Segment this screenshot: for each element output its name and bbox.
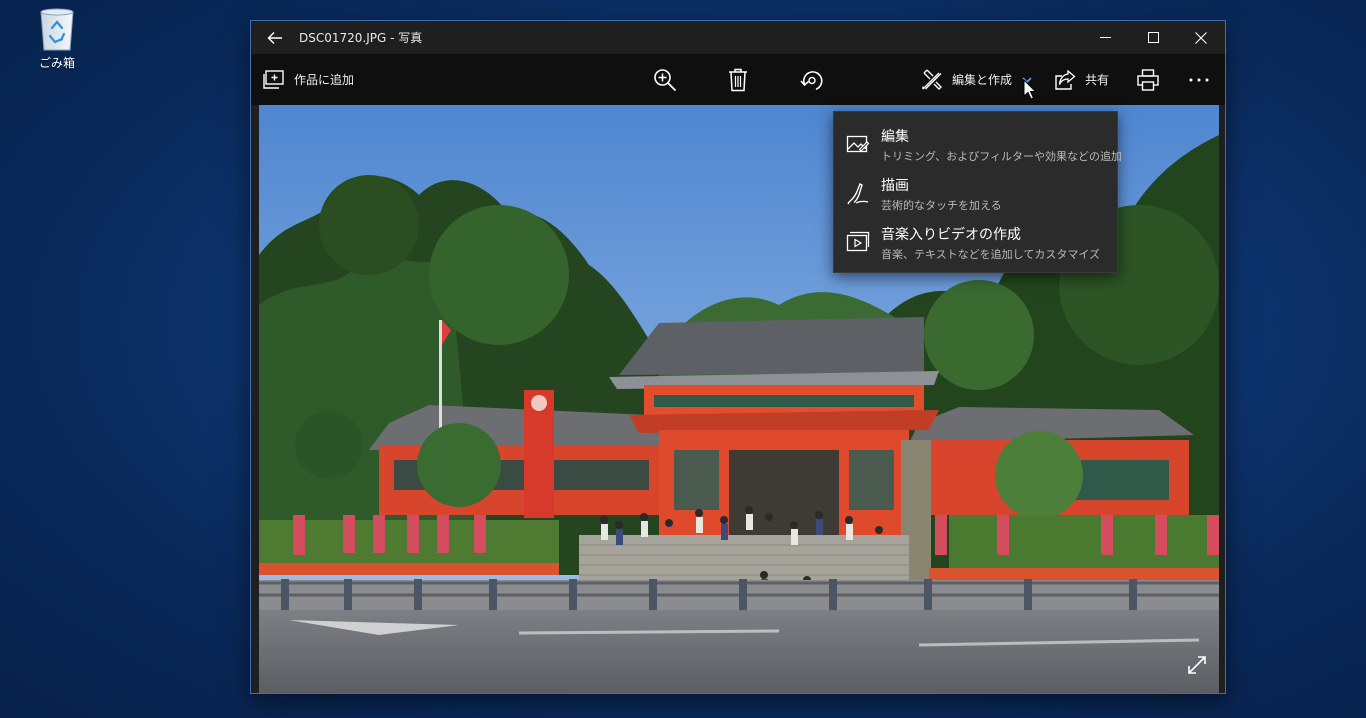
menu-item-edit[interactable]: 編集 トリミング、およびフィルターや効果などの追加 (834, 122, 1122, 170)
menu-item-draw[interactable]: 描画 芸術的なタッチを加える (834, 171, 1117, 219)
share-icon (1055, 69, 1076, 90)
photos-window: DSC01720.JPG - 写真 作品に追加 編集と作成 共有 編集 トリミン… (250, 20, 1226, 694)
fullscreen-icon (1188, 656, 1206, 674)
minimize-icon (1099, 37, 1111, 38)
photo-edit-icon (846, 135, 870, 153)
fullscreen-button[interactable] (1187, 655, 1207, 679)
print-icon (1137, 68, 1159, 91)
more-button[interactable] (1189, 54, 1209, 105)
recycle-bin-label: ごみ箱 (38, 56, 75, 70)
maximize-button[interactable] (1129, 21, 1177, 54)
rotate-icon (800, 70, 823, 90)
video-icon (846, 231, 870, 252)
edit-create-menu: 編集 トリミング、およびフィルターや効果などの追加 描画 芸術的なタッチを加える… (833, 111, 1122, 273)
add-to-album-button[interactable]: 作品に追加 (263, 54, 354, 105)
delete-button[interactable] (728, 54, 748, 105)
share-button[interactable]: 共有 (1054, 54, 1109, 105)
edit-create-icon (922, 69, 942, 90)
recycle-bin[interactable]: ごみ箱 (22, 6, 92, 71)
close-button[interactable] (1177, 21, 1225, 54)
menu-item-video[interactable]: 音楽入りビデオの作成 音楽、テキストなどを追加してカスタマイズ (834, 220, 1117, 268)
add-to-album-label: 作品に追加 (294, 73, 355, 87)
window-title: DSC01720.JPG - 写真 (299, 31, 423, 45)
close-icon (1195, 31, 1207, 44)
menu-item-desc: トリミング、およびフィルターや効果などの追加 (881, 150, 1123, 163)
recycle-bin-icon (40, 8, 74, 51)
zoom-in-button[interactable] (653, 54, 677, 105)
mouse-cursor-icon (1023, 79, 1037, 100)
minimize-button[interactable] (1081, 21, 1129, 54)
menu-item-title: 編集 (881, 129, 909, 145)
menu-item-title: 描画 (881, 178, 909, 194)
maximize-icon (1147, 32, 1159, 43)
title-bar: DSC01720.JPG - 写真 (251, 21, 1225, 54)
edit-create-button[interactable]: 編集と作成 (921, 54, 1032, 105)
zoom-in-icon (654, 68, 677, 91)
rotate-button[interactable] (800, 54, 824, 105)
trash-icon (729, 68, 747, 91)
back-arrow-icon (267, 31, 282, 44)
menu-item-desc: 音楽、テキストなどを追加してカスタマイズ (881, 248, 1101, 261)
print-button[interactable] (1137, 54, 1159, 105)
add-to-album-icon (263, 69, 284, 89)
menu-item-desc: 芸術的なタッチを加える (881, 199, 1002, 212)
share-label: 共有 (1085, 73, 1110, 87)
more-icon (1189, 78, 1209, 81)
edit-create-label: 編集と作成 (952, 73, 1013, 87)
command-bar: 作品に追加 編集と作成 共有 (251, 54, 1225, 105)
pen-icon (847, 183, 869, 205)
menu-item-title: 音楽入りビデオの作成 (881, 227, 1021, 243)
back-button[interactable] (251, 21, 299, 54)
